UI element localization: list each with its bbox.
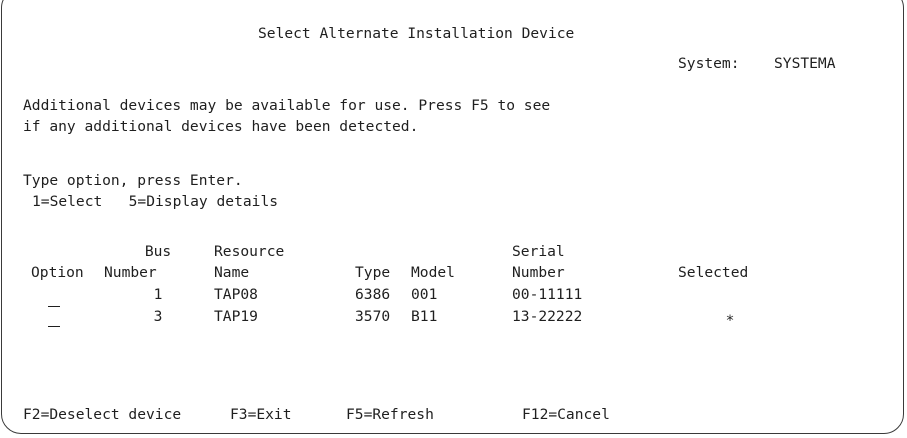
header-model: Model xyxy=(411,264,455,281)
header-type: Type xyxy=(355,264,391,281)
type-cell: 3570 xyxy=(355,308,391,325)
f12-cancel-key[interactable]: F12=Cancel xyxy=(522,406,610,424)
option-input-row-1[interactable] xyxy=(48,290,60,307)
system-name: SYSTEMA xyxy=(774,55,836,72)
f5-refresh-key[interactable]: F5=Refresh xyxy=(346,406,434,424)
terminal-screen-frame xyxy=(1,0,904,434)
header-bus-line-2: Number xyxy=(104,264,157,281)
bus-number-cell: 3 xyxy=(153,308,163,325)
info-text-line-1: Additional devices may be available for … xyxy=(23,97,551,114)
serial-number-cell: 00-11111 xyxy=(512,286,583,303)
resource-name-cell: TAP08 xyxy=(214,286,258,303)
system-label: System: xyxy=(678,55,740,72)
type-cell: 6386 xyxy=(355,286,391,303)
screen-title: Select Alternate Installation Device xyxy=(258,25,575,42)
instruction-text: Type option, press Enter. xyxy=(23,172,243,189)
header-serial-line-2: Number xyxy=(512,264,565,281)
option-input-row-2[interactable] xyxy=(48,310,60,327)
header-resource-line-1: Resource xyxy=(214,243,285,260)
model-cell: B11 xyxy=(411,308,438,325)
resource-name-cell: TAP19 xyxy=(214,308,258,325)
info-text-line-2: if any additional devices have been dete… xyxy=(23,118,419,135)
options-legend: 1=Select 5=Display details xyxy=(32,193,279,210)
header-option: Option xyxy=(31,264,84,281)
header-selected: Selected xyxy=(678,264,749,281)
model-cell: 001 xyxy=(411,286,438,303)
f3-exit-key[interactable]: F3=Exit xyxy=(230,406,292,424)
header-serial-line-1: Serial xyxy=(512,243,565,260)
serial-number-cell: 13-22222 xyxy=(512,308,583,325)
bus-number-cell: 1 xyxy=(153,286,163,303)
f2-deselect-device-key[interactable]: F2=Deselect device xyxy=(23,406,181,424)
header-bus-line-1: Bus xyxy=(144,243,172,260)
selected-marker-cell: * xyxy=(725,312,735,329)
header-resource-line-2: Name xyxy=(214,264,250,281)
